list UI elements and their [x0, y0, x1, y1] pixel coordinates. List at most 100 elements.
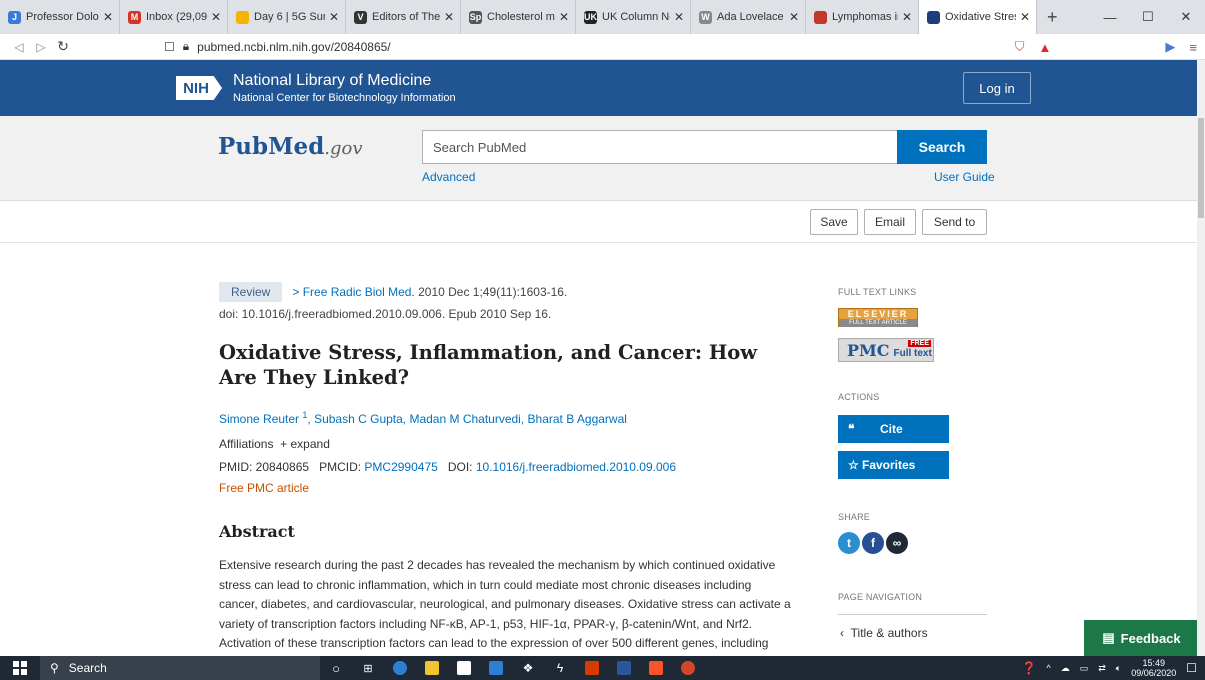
- extension-icon[interactable]: ▶: [1165, 39, 1175, 55]
- back-icon[interactable]: ◁: [8, 40, 30, 54]
- brave-rewards-icon[interactable]: ▲: [1039, 40, 1052, 55]
- reload-icon[interactable]: ↻: [52, 38, 74, 55]
- taskbar-search[interactable]: ⚲ Search: [40, 656, 320, 680]
- browser-tab[interactable]: M Inbox (29,090) - ✕: [120, 0, 228, 34]
- tab-label: Ada Lovelace - V: [717, 11, 785, 23]
- close-window-icon[interactable]: ✕: [1167, 9, 1205, 25]
- brave-icon[interactable]: [640, 656, 672, 680]
- nlm-title[interactable]: National Library of Medicine: [233, 72, 431, 90]
- send-to-button[interactable]: Send to: [922, 209, 987, 235]
- new-tab-button[interactable]: +: [1037, 7, 1068, 28]
- login-button[interactable]: Log in: [963, 72, 1031, 104]
- show-hidden-icon[interactable]: ^: [1046, 663, 1050, 673]
- journal-link[interactable]: > Free Radic Biol Med: [292, 285, 411, 299]
- author-link[interactable]: Simone Reuter: [219, 412, 299, 426]
- feedback-button[interactable]: ▤ Feedback: [1084, 620, 1199, 656]
- user-guide-link[interactable]: User Guide: [934, 170, 995, 184]
- file-explorer-icon[interactable]: [416, 656, 448, 680]
- url-text[interactable]: pubmed.ncbi.nlm.nih.gov/20840865/: [197, 40, 390, 54]
- share-heading: SHARE: [838, 512, 871, 522]
- menu-icon[interactable]: ≡: [1189, 40, 1197, 55]
- browser-tab[interactable]: Oxidative Stress ✕: [919, 0, 1037, 34]
- brave-shield-icon[interactable]: ⛉: [1015, 39, 1025, 55]
- link-icon[interactable]: ∞: [886, 532, 908, 554]
- clock-date: 09/06/2020: [1131, 668, 1177, 678]
- windows-start-icon[interactable]: [0, 656, 40, 680]
- dropbox-icon[interactable]: ❖: [512, 656, 544, 680]
- search-button[interactable]: Search: [897, 130, 987, 164]
- url-field[interactable]: ☐ 🔒︎ pubmed.ncbi.nlm.nih.gov/20840865/: [164, 39, 391, 54]
- doi-link[interactable]: 10.1016/j.freeradbiomed.2010.09.006: [476, 460, 676, 474]
- tab-close-icon[interactable]: ✕: [329, 10, 339, 24]
- quote-icon: ❝: [848, 422, 855, 436]
- search-input[interactable]: Search PubMed: [422, 130, 898, 164]
- tab-close-icon[interactable]: ✕: [559, 10, 569, 24]
- pmcid-link[interactable]: PMC2990475: [364, 460, 437, 474]
- favorites-button[interactable]: ☆ Favorites: [838, 451, 949, 479]
- tab-close-icon[interactable]: ✕: [1020, 10, 1030, 24]
- browser-tab[interactable]: W Ada Lovelace - V ✕: [691, 0, 806, 34]
- tab-close-icon[interactable]: ✕: [674, 10, 684, 24]
- task-view-icon[interactable]: ⊞: [352, 656, 384, 680]
- pmc-label: PMC: [847, 340, 890, 360]
- article-actions-row: Save Email Send to: [0, 201, 1197, 243]
- maximize-icon[interactable]: ☐: [1129, 9, 1167, 25]
- share-icons: t f ∞: [838, 532, 908, 554]
- tab-close-icon[interactable]: ✕: [211, 10, 221, 24]
- advanced-search-link[interactable]: Advanced: [422, 170, 475, 184]
- volume-icon[interactable]: 🔈︎: [1116, 663, 1121, 674]
- elsevier-link[interactable]: ELSEVIER FULL TEXT ARTICLE: [838, 308, 918, 327]
- browser-tab[interactable]: J Professor Dolore ✕: [0, 0, 120, 34]
- browser-tab[interactable]: V Editors of The La ✕: [346, 0, 461, 34]
- tab-close-icon[interactable]: ✕: [103, 10, 113, 24]
- pmc-full-text-link[interactable]: PMC Full text FREE: [838, 338, 934, 362]
- help-icon[interactable]: ❓: [1022, 661, 1037, 675]
- forward-icon[interactable]: ▷: [30, 40, 52, 54]
- doi-label: DOI:: [447, 460, 473, 474]
- taskbar-apps: ○ ⊞ ❖ ϟ: [320, 656, 704, 680]
- affiliations-toggle[interactable]: Affiliations + expand: [219, 437, 330, 451]
- office-icon[interactable]: [576, 656, 608, 680]
- nav-title-authors[interactable]: ‹ Title & authors: [840, 626, 928, 640]
- facebook-icon[interactable]: f: [862, 532, 884, 554]
- cloud-icon[interactable]: ☁: [1061, 663, 1070, 674]
- twitter-icon[interactable]: t: [838, 532, 860, 554]
- scrollbar[interactable]: [1197, 60, 1205, 656]
- store-icon[interactable]: [448, 656, 480, 680]
- mail-icon[interactable]: [480, 656, 512, 680]
- nih-header: NIH National Library of Medicine Nationa…: [0, 60, 1197, 116]
- browser-tab[interactable]: Lymphomas in E ✕: [806, 0, 919, 34]
- nav-divider: [838, 614, 987, 615]
- actions-heading: ACTIONS: [838, 392, 880, 402]
- tab-close-icon[interactable]: ✕: [789, 10, 799, 24]
- edge-icon[interactable]: [384, 656, 416, 680]
- window-controls: — ☐ ✕: [1091, 0, 1205, 34]
- browser-tab[interactable]: UK UK Column New ✕: [576, 0, 691, 34]
- minimize-icon[interactable]: —: [1091, 10, 1129, 25]
- network-icon[interactable]: ⇄: [1098, 663, 1106, 674]
- save-button[interactable]: Save: [810, 209, 858, 235]
- browser-tab[interactable]: Sp Cholesterol med ✕: [461, 0, 576, 34]
- journal-name[interactable]: Free Radic Biol Med: [303, 285, 412, 299]
- cortana-icon[interactable]: ○: [320, 656, 352, 680]
- tab-label: Lymphomas in E: [832, 11, 898, 23]
- clock[interactable]: 15:49 09/06/2020: [1131, 658, 1176, 678]
- winamp-icon[interactable]: ϟ: [544, 656, 576, 680]
- author-links[interactable]: , Subash C Gupta, Madan M Chaturvedi, Bh…: [307, 412, 627, 426]
- cite-button[interactable]: ❝ Cite: [838, 415, 949, 443]
- tab-close-icon[interactable]: ✕: [444, 10, 454, 24]
- tab-label: Day 6 | 5G Summ: [254, 11, 325, 23]
- expand-button[interactable]: + expand: [280, 437, 330, 451]
- notifications-icon[interactable]: ☐: [1186, 661, 1197, 675]
- tab-close-icon[interactable]: ✕: [902, 10, 912, 24]
- nih-logo[interactable]: NIH: [176, 76, 222, 100]
- powerpoint-icon[interactable]: [672, 656, 704, 680]
- word-icon[interactable]: [608, 656, 640, 680]
- bookmark-icon[interactable]: ☐: [164, 40, 175, 54]
- scrollbar-thumb[interactable]: [1198, 118, 1204, 218]
- battery-icon[interactable]: ▭: [1080, 663, 1089, 674]
- email-button[interactable]: Email: [864, 209, 916, 235]
- pubmed-logo[interactable]: PubMed.gov: [218, 133, 363, 160]
- browser-tab[interactable]: Day 6 | 5G Summ ✕: [228, 0, 346, 34]
- pmc-free-label: FREE: [908, 340, 931, 347]
